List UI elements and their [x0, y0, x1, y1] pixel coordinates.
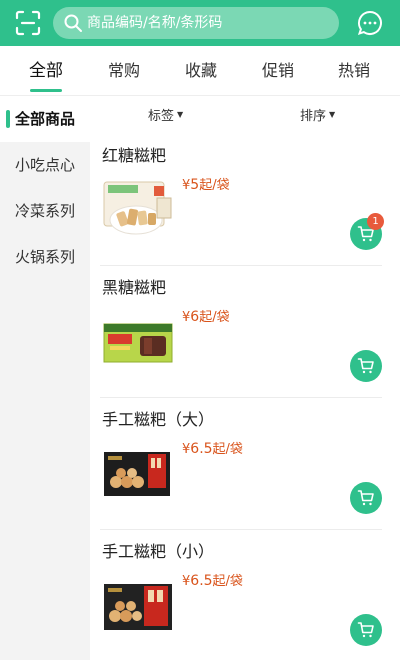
product-price: ¥6起/袋	[182, 306, 230, 325]
tag-filter-label: 标签	[148, 109, 175, 124]
price-value: 5	[190, 177, 200, 193]
price-unit: 起/袋	[199, 178, 230, 193]
black-sugar-ciba-package-image[interactable]	[102, 308, 174, 372]
product-name: 红糖糍粑	[102, 146, 167, 165]
product-item[interactable]: 手工糍粑（小） ¥6.5起/袋	[90, 530, 400, 660]
tab-favorites[interactable]: 收藏	[171, 46, 231, 96]
tab-frequent[interactable]: 常购	[94, 46, 154, 96]
add-to-cart-button[interactable]	[350, 350, 382, 382]
handmade-ciba-small-package-image[interactable]	[102, 572, 174, 636]
price-value: 6.5	[190, 441, 213, 457]
price-unit: 起/袋	[212, 574, 243, 589]
tab-all[interactable]: 全部	[16, 46, 76, 96]
price-value: 6	[190, 309, 200, 325]
price-unit: 起/袋	[212, 442, 243, 457]
add-to-cart-button[interactable]	[350, 614, 382, 646]
brown-sugar-ciba-package-image[interactable]	[102, 176, 174, 240]
active-category-indicator	[6, 110, 10, 128]
sidebar-item-cold-dishes[interactable]: 冷菜系列	[0, 188, 90, 234]
product-price: ¥5起/袋	[182, 174, 230, 193]
sidebar-item-label: 火锅系列	[14, 248, 75, 266]
product-name: 手工糍粑（大）	[102, 410, 215, 429]
cart-icon	[357, 358, 374, 374]
search-icon	[63, 13, 83, 33]
sidebar-item-hotpot[interactable]: 火锅系列	[0, 234, 90, 280]
sort-dropdown[interactable]: 排序 ▼	[300, 96, 335, 136]
tab-label: 收藏	[184, 61, 217, 80]
product-name: 手工糍粑（小）	[102, 542, 215, 561]
sidebar-item-label: 冷菜系列	[14, 202, 75, 220]
category-sidebar: 全部商品 小吃点心 冷菜系列 火锅系列	[0, 96, 90, 660]
cart-icon	[357, 622, 374, 638]
product-item[interactable]: 黑糖糍粑 ¥6起/袋	[90, 266, 400, 398]
search-placeholder: 商品编码/名称/条形码	[87, 15, 223, 31]
active-tab-indicator	[30, 89, 62, 92]
caret-down-icon: ▼	[177, 110, 184, 119]
scan-icon[interactable]	[14, 9, 42, 37]
cart-count-badge: 1	[367, 213, 384, 230]
product-item[interactable]: 红糖糍粑 ¥5起/袋 1	[90, 134, 400, 266]
top-bar: 商品编码/名称/条形码	[0, 0, 400, 46]
cart-icon	[357, 490, 374, 506]
sidebar-item-label: 全部商品	[14, 110, 75, 128]
tab-label: 热销	[337, 61, 370, 80]
sidebar-item-snacks[interactable]: 小吃点心	[0, 142, 90, 188]
tab-promotions[interactable]: 促销	[248, 46, 308, 96]
product-item[interactable]: 手工糍粑（大） ¥6.5起/袋	[90, 398, 400, 530]
product-price: ¥6.5起/袋	[182, 438, 243, 457]
tag-filter-dropdown[interactable]: 标签 ▼	[148, 96, 183, 136]
product-name: 黑糖糍粑	[102, 278, 167, 297]
category-tabs: 全部 常购 收藏 促销 热销	[0, 46, 400, 96]
tab-label: 全部	[29, 61, 63, 81]
message-icon[interactable]	[357, 10, 383, 36]
search-input[interactable]: 商品编码/名称/条形码	[53, 7, 339, 39]
tab-hot-sales[interactable]: 热销	[324, 46, 384, 96]
sidebar-item-all-products[interactable]: 全部商品	[0, 96, 90, 142]
tab-label: 促销	[261, 61, 294, 80]
tab-label: 常购	[107, 61, 140, 80]
price-unit: 起/袋	[199, 310, 230, 325]
product-price: ¥6.5起/袋	[182, 570, 243, 589]
caret-down-icon: ▼	[329, 110, 336, 119]
price-value: 6.5	[190, 573, 213, 589]
sidebar-item-label: 小吃点心	[14, 156, 75, 174]
filter-bar: 标签 ▼ 排序 ▼	[90, 96, 400, 134]
handmade-ciba-large-package-image[interactable]	[102, 440, 174, 504]
add-to-cart-button[interactable]	[350, 482, 382, 514]
sort-label: 排序	[300, 109, 327, 124]
